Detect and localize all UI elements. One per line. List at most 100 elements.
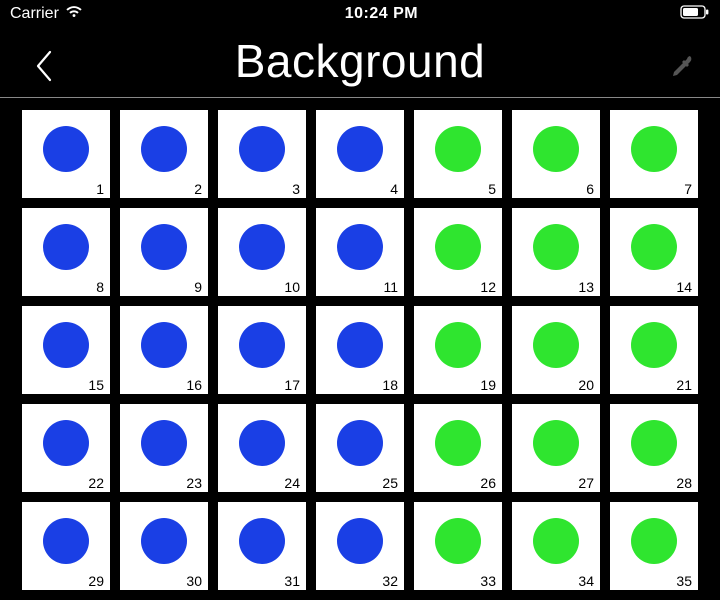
color-grid-container: 1234567891011121314151617181920212223242… — [0, 98, 720, 600]
color-swatch[interactable]: 19 — [414, 306, 502, 394]
swatch-number: 19 — [480, 377, 496, 393]
swatch-number: 17 — [284, 377, 300, 393]
nav-bar: Background — [0, 28, 720, 98]
swatch-dot — [337, 126, 383, 172]
swatch-number: 28 — [676, 475, 692, 491]
swatch-dot — [141, 322, 187, 368]
color-grid: 1234567891011121314151617181920212223242… — [22, 110, 698, 600]
swatch-number: 20 — [578, 377, 594, 393]
color-swatch[interactable]: 33 — [414, 502, 502, 590]
swatch-number: 1 — [96, 181, 104, 197]
color-swatch[interactable]: 28 — [610, 404, 698, 492]
swatch-dot — [337, 518, 383, 564]
swatch-dot — [239, 420, 285, 466]
color-swatch[interactable]: 20 — [512, 306, 600, 394]
swatch-dot — [43, 420, 89, 466]
swatch-number: 4 — [390, 181, 398, 197]
color-swatch[interactable]: 23 — [120, 404, 208, 492]
swatch-number: 27 — [578, 475, 594, 491]
color-swatch[interactable]: 21 — [610, 306, 698, 394]
color-swatch[interactable]: 15 — [22, 306, 110, 394]
swatch-dot — [435, 518, 481, 564]
swatch-dot — [141, 518, 187, 564]
page-title: Background — [0, 34, 720, 88]
wifi-icon — [65, 5, 83, 24]
color-swatch[interactable]: 32 — [316, 502, 404, 590]
status-left: Carrier — [10, 5, 83, 24]
color-picker-button[interactable] — [662, 48, 702, 88]
swatch-number: 3 — [292, 181, 300, 197]
color-swatch[interactable]: 27 — [512, 404, 600, 492]
swatch-number: 5 — [488, 181, 496, 197]
status-time: 10:24 PM — [345, 5, 418, 23]
swatch-number: 34 — [578, 573, 594, 589]
swatch-number: 15 — [88, 377, 104, 393]
swatch-dot — [141, 224, 187, 270]
swatch-dot — [533, 126, 579, 172]
swatch-dot — [43, 518, 89, 564]
color-swatch[interactable]: 29 — [22, 502, 110, 590]
color-swatch[interactable]: 5 — [414, 110, 502, 198]
swatch-dot — [141, 420, 187, 466]
color-swatch[interactable]: 13 — [512, 208, 600, 296]
color-swatch[interactable]: 25 — [316, 404, 404, 492]
color-swatch[interactable]: 12 — [414, 208, 502, 296]
swatch-dot — [239, 126, 285, 172]
swatch-number: 30 — [186, 573, 202, 589]
battery-icon — [680, 5, 710, 24]
color-swatch[interactable]: 17 — [218, 306, 306, 394]
color-swatch[interactable]: 7 — [610, 110, 698, 198]
color-swatch[interactable]: 8 — [22, 208, 110, 296]
swatch-dot — [43, 322, 89, 368]
color-swatch[interactable]: 1 — [22, 110, 110, 198]
swatch-dot — [141, 126, 187, 172]
swatch-dot — [631, 224, 677, 270]
color-swatch[interactable]: 30 — [120, 502, 208, 590]
color-swatch[interactable]: 16 — [120, 306, 208, 394]
swatch-number: 22 — [88, 475, 104, 491]
swatch-dot — [533, 518, 579, 564]
swatch-number: 26 — [480, 475, 496, 491]
swatch-number: 25 — [382, 475, 398, 491]
color-swatch[interactable]: 18 — [316, 306, 404, 394]
color-swatch[interactable]: 3 — [218, 110, 306, 198]
swatch-dot — [337, 420, 383, 466]
swatch-dot — [631, 322, 677, 368]
swatch-dot — [239, 518, 285, 564]
color-swatch[interactable]: 6 — [512, 110, 600, 198]
swatch-dot — [435, 224, 481, 270]
color-swatch[interactable]: 22 — [22, 404, 110, 492]
swatch-number: 33 — [480, 573, 496, 589]
swatch-dot — [337, 224, 383, 270]
swatch-number: 12 — [480, 279, 496, 295]
swatch-number: 9 — [194, 279, 202, 295]
swatch-dot — [533, 224, 579, 270]
color-swatch[interactable]: 26 — [414, 404, 502, 492]
color-swatch[interactable]: 24 — [218, 404, 306, 492]
swatch-dot — [435, 322, 481, 368]
status-bar: Carrier 10:24 PM — [0, 0, 720, 28]
swatch-dot — [435, 126, 481, 172]
color-swatch[interactable]: 14 — [610, 208, 698, 296]
color-swatch[interactable]: 11 — [316, 208, 404, 296]
swatch-number: 6 — [586, 181, 594, 197]
color-swatch[interactable]: 31 — [218, 502, 306, 590]
swatch-number: 24 — [284, 475, 300, 491]
swatch-number: 18 — [382, 377, 398, 393]
color-swatch[interactable]: 10 — [218, 208, 306, 296]
color-swatch[interactable]: 34 — [512, 502, 600, 590]
swatch-dot — [435, 420, 481, 466]
swatch-number: 11 — [383, 279, 398, 295]
color-swatch[interactable]: 35 — [610, 502, 698, 590]
color-swatch[interactable]: 9 — [120, 208, 208, 296]
color-swatch[interactable]: 2 — [120, 110, 208, 198]
swatch-dot — [631, 518, 677, 564]
swatch-dot — [533, 322, 579, 368]
swatch-dot — [43, 126, 89, 172]
swatch-dot — [631, 420, 677, 466]
color-swatch[interactable]: 4 — [316, 110, 404, 198]
swatch-number: 35 — [676, 573, 692, 589]
carrier-label: Carrier — [10, 5, 59, 23]
swatch-number: 32 — [382, 573, 398, 589]
swatch-number: 31 — [284, 573, 300, 589]
